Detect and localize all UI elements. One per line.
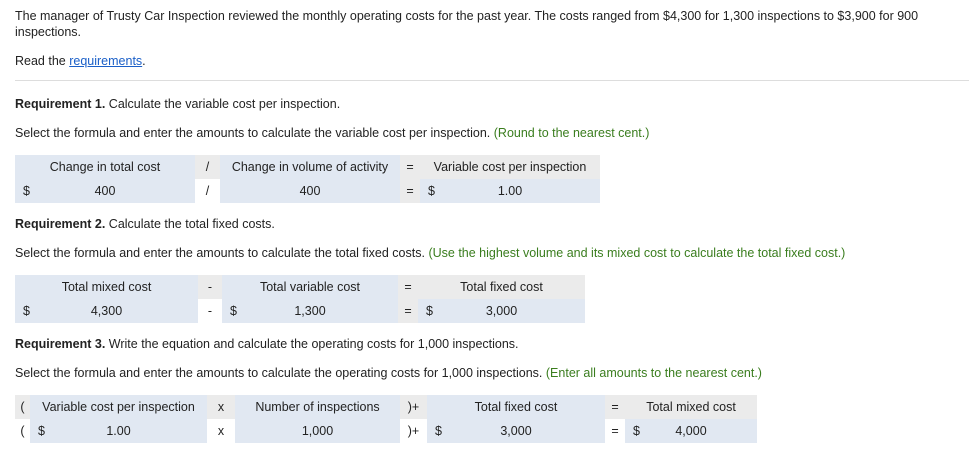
req1-title: Requirement 1.	[15, 97, 106, 111]
total-variable-cost-input[interactable]: $1,300	[222, 299, 398, 323]
req3-paren-header: (	[15, 395, 30, 419]
req2-title: Requirement 2.	[15, 217, 106, 231]
req2-header-2: Total variable cost	[222, 275, 398, 299]
req2-header-3: Total fixed cost	[418, 275, 585, 299]
total-fixed-cost-input[interactable]: $3,000	[418, 299, 585, 323]
req1-text: Calculate the variable cost per inspecti…	[105, 97, 341, 111]
req2-op-header-1: -	[198, 275, 222, 299]
req1-op-1: /	[205, 184, 210, 198]
value: 3,000	[500, 424, 532, 438]
req3-op-1: x	[217, 424, 225, 438]
number-of-inspections-input[interactable]: 1,000	[235, 419, 400, 443]
variable-cost-per-inspection-input[interactable]: $1.00	[420, 179, 600, 203]
req3-header-3: Total fixed cost	[427, 395, 605, 419]
req3-hint: (Enter all amounts to the nearest cent.)	[545, 366, 762, 380]
req2-op-header-2: =	[398, 275, 418, 299]
req3-op-2: )+	[407, 424, 420, 438]
req2-text: Calculate the total fixed costs.	[105, 217, 275, 231]
dollar-sign: $	[23, 184, 30, 198]
req3-total-mixed-cost-input[interactable]: $4,000	[625, 419, 757, 443]
intro-text: The manager of Trusty Car Inspection rev…	[15, 9, 919, 23]
req3-title: Requirement 3.	[15, 337, 106, 351]
value: 3,000	[485, 304, 518, 318]
dollar-sign: $	[230, 304, 237, 318]
change-in-volume-input[interactable]: 400	[220, 179, 400, 203]
req2-op-2: =	[398, 299, 418, 323]
dollar-sign: $	[23, 304, 30, 318]
read-suffix: .	[142, 54, 146, 68]
value: 4,300	[90, 304, 123, 318]
req1-hint: (Round to the nearest cent.)	[493, 126, 650, 140]
req2-hint: (Use the highest volume and its mixed co…	[428, 246, 846, 260]
req3-op-header-2: )+	[400, 395, 427, 419]
req1-header-3: Variable cost per inspection	[420, 155, 600, 179]
req1-op-header-1: /	[195, 155, 220, 179]
requirements-link[interactable]: requirements	[69, 54, 142, 68]
value: 4,000	[675, 424, 707, 438]
req1-header-1: Change in total cost	[15, 155, 195, 179]
req3-header-1: Variable cost per inspection	[30, 395, 207, 419]
req2-instr: Select the formula and enter the amounts…	[15, 246, 425, 260]
req3-header-4: Total mixed cost	[625, 395, 757, 419]
req3-total-fixed-cost-input[interactable]: $3,000	[427, 419, 605, 443]
intro-text-2: inspections.	[15, 25, 82, 39]
read-requirements: Read the requirements.	[15, 54, 146, 68]
dollar-sign: $	[426, 304, 433, 318]
req1-header-2: Change in volume of activity	[220, 155, 400, 179]
dollar-sign: $	[38, 424, 45, 438]
req1-instructions: Select the formula and enter the amounts…	[15, 126, 649, 140]
change-in-total-cost-input[interactable]: $400	[15, 179, 195, 203]
req2-instructions: Select the formula and enter the amounts…	[15, 246, 845, 260]
req3-variable-cost-input[interactable]: $1.00	[30, 419, 207, 443]
value: 1,300	[294, 304, 326, 318]
req1-instr: Select the formula and enter the amounts…	[15, 126, 491, 140]
req3-op-header-3: =	[605, 395, 625, 419]
value: 1.00	[106, 424, 131, 438]
req1-op-2: =	[400, 179, 420, 203]
value: 1.00	[497, 184, 523, 198]
req3-op-header-1: x	[207, 395, 235, 419]
req2-header-1: Total mixed cost	[15, 275, 198, 299]
total-mixed-cost-input[interactable]: $4,300	[15, 299, 198, 323]
value: 400	[94, 184, 116, 198]
req2-heading: Requirement 2. Calculate the total fixed…	[15, 217, 275, 231]
req2-op-1: -	[207, 304, 213, 318]
req3-paren: (	[20, 424, 25, 438]
dollar-sign: $	[428, 184, 435, 198]
dollar-sign: $	[633, 424, 640, 438]
read-prefix: Read the	[15, 54, 70, 68]
req1-heading: Requirement 1. Calculate the variable co…	[15, 97, 340, 111]
divider	[15, 80, 969, 81]
req3-op-3: =	[611, 424, 619, 438]
req3-text: Write the equation and calculate the ope…	[105, 337, 519, 351]
req3-header-2: Number of inspections	[235, 395, 400, 419]
dollar-sign: $	[435, 424, 442, 438]
req3-heading: Requirement 3. Write the equation and ca…	[15, 337, 519, 351]
req1-op-header-2: =	[400, 155, 420, 179]
req3-instructions: Select the formula and enter the amounts…	[15, 366, 762, 380]
req3-instr: Select the formula and enter the amounts…	[15, 366, 543, 380]
